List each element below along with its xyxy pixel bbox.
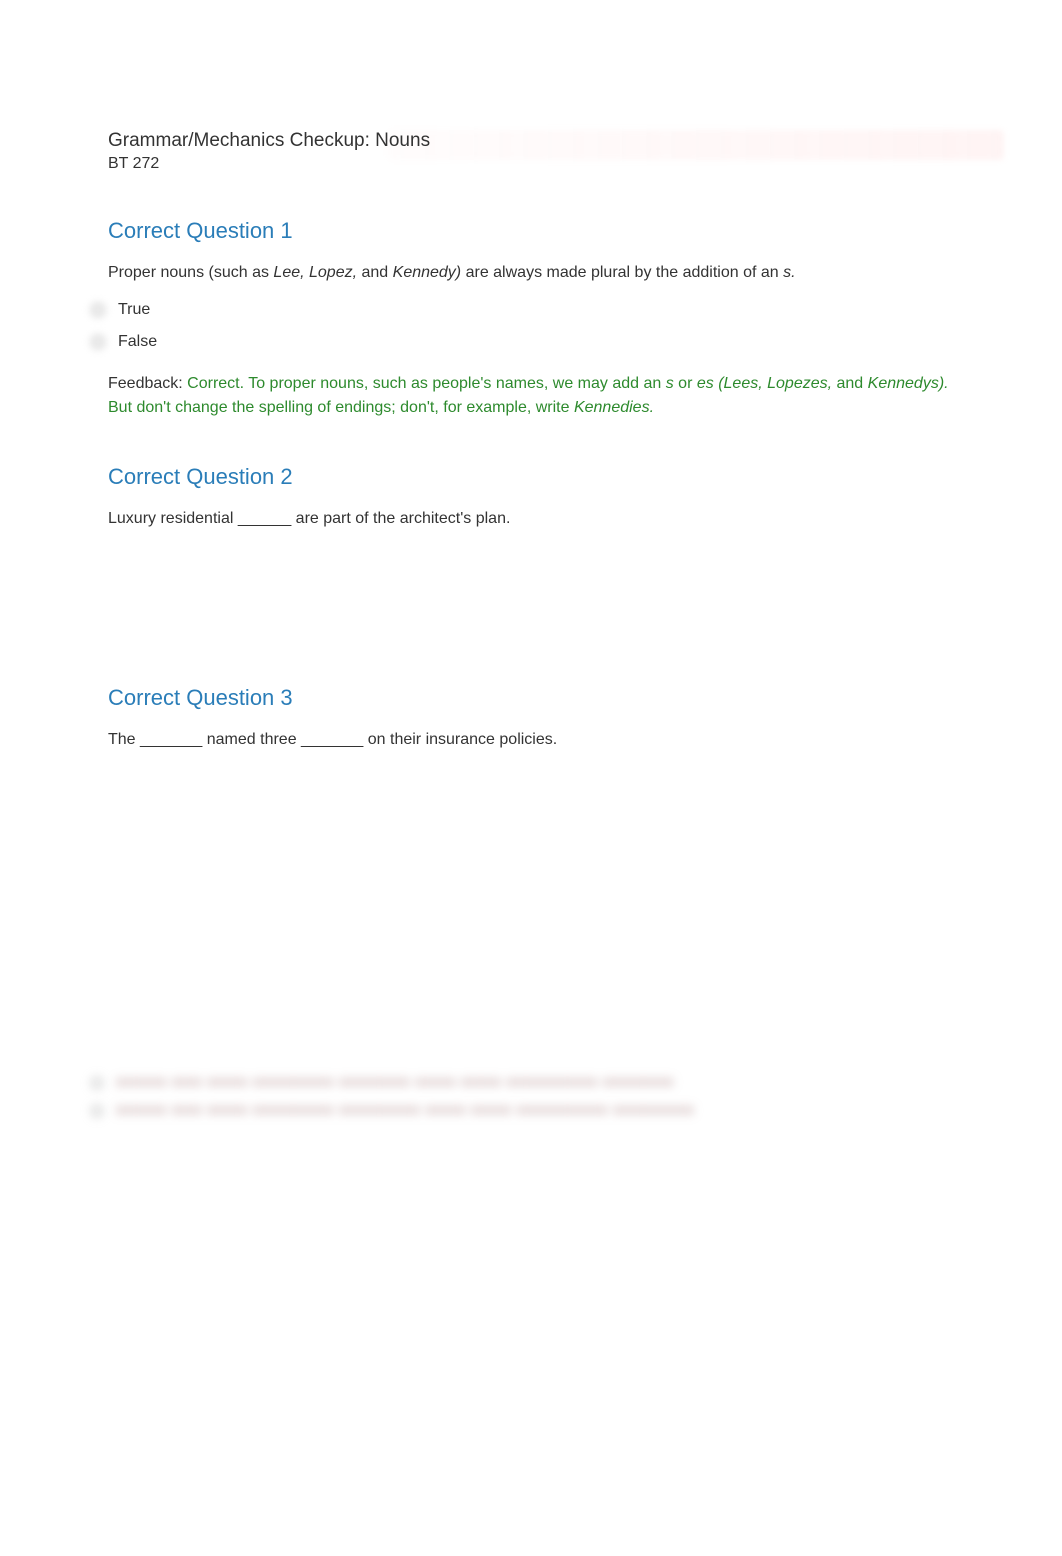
- radio-icon: [86, 1100, 108, 1122]
- hidden-option-text: ■■■■■ ■■■ ■■■■ ■■■■■■■■ ■■■■■■■ ■■■■ ■■■…: [116, 1074, 674, 1092]
- radio-icon: [86, 298, 110, 322]
- prompt-italic: Lee, Lopez,: [273, 264, 357, 281]
- option-label: True: [118, 301, 150, 319]
- question-3: Correct Question 3 The _______ named thr…: [108, 685, 954, 751]
- prompt-italic: Kennedy): [393, 264, 462, 281]
- question-heading: Correct Question 3: [108, 685, 954, 711]
- feedback-segment: Correct. To proper nouns, such as people…: [187, 375, 666, 392]
- hidden-answers: ■■■■■ ■■■ ■■■■ ■■■■■■■■ ■■■■■■■ ■■■■ ■■■…: [86, 1072, 954, 1122]
- question-2: Correct Question 2 Luxury residential __…: [108, 464, 954, 530]
- option-false[interactable]: False: [86, 330, 954, 354]
- document-title: Grammar/Mechanics Checkup: Nouns: [108, 130, 954, 152]
- feedback-italic: s: [666, 375, 674, 392]
- feedback-body: Correct. To proper nouns, such as people…: [108, 375, 949, 415]
- hidden-option[interactable]: ■■■■■ ■■■ ■■■■ ■■■■■■■■ ■■■■■■■■ ■■■■ ■■…: [86, 1100, 954, 1122]
- question-prompt: Proper nouns (such as Lee, Lopez, and Ke…: [108, 262, 954, 284]
- option-label: False: [118, 333, 157, 351]
- feedback-italic: es (Lees, Lopezes,: [697, 375, 832, 392]
- question-heading: Correct Question 1: [108, 218, 954, 244]
- feedback-italic: Kennedies.: [574, 399, 654, 416]
- radio-icon: [86, 1072, 108, 1094]
- feedback-segment: But don't change the spelling of endings…: [108, 399, 574, 416]
- prompt-text: Proper nouns (such as: [108, 264, 273, 281]
- document-header: Grammar/Mechanics Checkup: Nouns BT 272: [108, 130, 954, 173]
- question-prompt: Luxury residential ______ are part of th…: [108, 508, 954, 530]
- question-prompt: The _______ named three _______ on their…: [108, 729, 954, 751]
- radio-icon: [86, 330, 110, 354]
- hidden-option-text: ■■■■■ ■■■ ■■■■ ■■■■■■■■ ■■■■■■■■ ■■■■ ■■…: [116, 1102, 694, 1120]
- feedback-segment: and: [832, 375, 868, 392]
- feedback-label: Feedback:: [108, 375, 187, 392]
- prompt-italic: s.: [783, 264, 795, 281]
- question-1: Correct Question 1 Proper nouns (such as…: [108, 218, 954, 419]
- prompt-text: and: [357, 264, 393, 281]
- hidden-option[interactable]: ■■■■■ ■■■ ■■■■ ■■■■■■■■ ■■■■■■■ ■■■■ ■■■…: [86, 1072, 954, 1094]
- feedback-segment: or: [674, 375, 697, 392]
- prompt-text: are always made plural by the addition o…: [461, 264, 783, 281]
- option-true[interactable]: True: [86, 298, 954, 322]
- feedback-text: Feedback: Correct. To proper nouns, such…: [108, 372, 954, 418]
- question-heading: Correct Question 2: [108, 464, 954, 490]
- feedback-italic: Kennedys).: [868, 375, 949, 392]
